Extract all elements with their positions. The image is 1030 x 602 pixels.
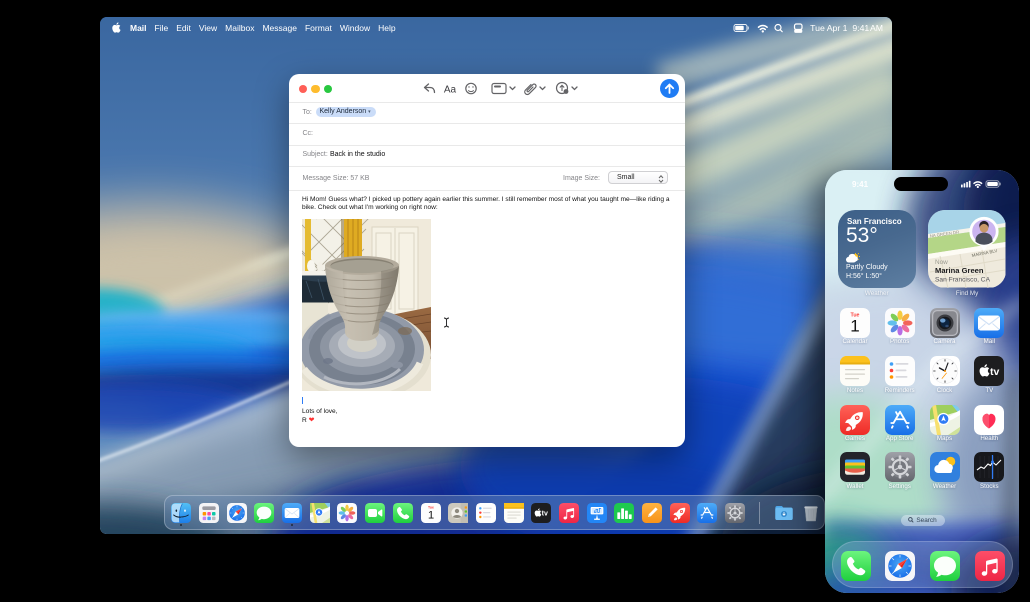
svg-text:Marina Green: Marina Green [935,266,984,275]
svg-text:Aa: Aa [444,85,457,96]
svg-text:Now: Now [935,259,948,266]
svg-text:San Francisco, CA: San Francisco, CA [935,277,991,284]
